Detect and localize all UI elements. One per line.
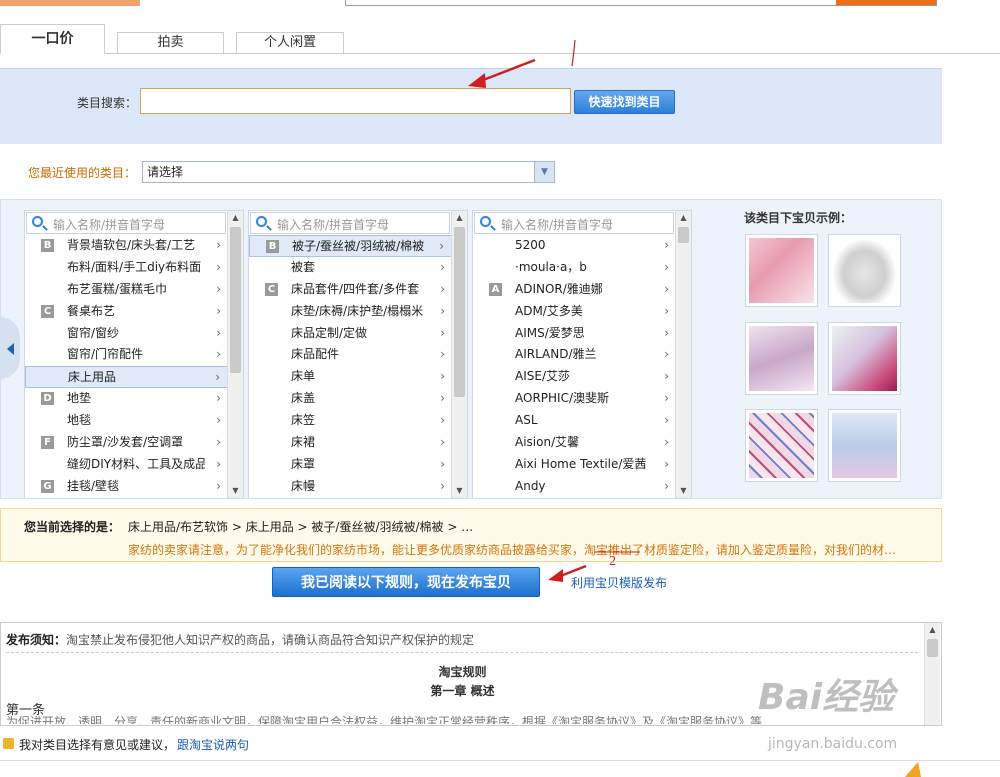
baidu-watermark-url: jingyan.baidu.com [768,736,898,752]
annotation-number: 2 [609,554,616,569]
annotation-overlay: 2 [468,39,921,777]
baidu-watermark-logo: Bai经验 [758,677,895,718]
